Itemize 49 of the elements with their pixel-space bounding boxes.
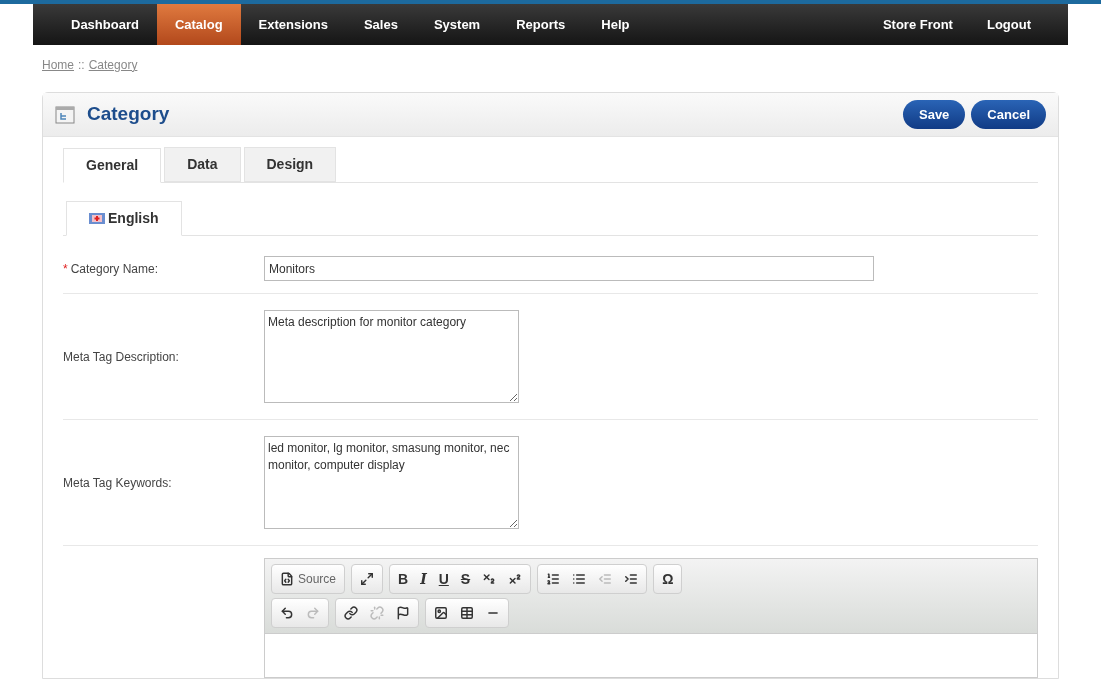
table-icon	[460, 606, 474, 620]
textarea-field[interactable]: Meta description for monitor category	[264, 310, 519, 403]
numbered-list-icon	[546, 572, 561, 586]
nav-link[interactable]: Dashboard	[53, 4, 157, 45]
label-text: Meta Tag Keywords:	[63, 475, 172, 490]
format-button[interactable]: U	[432, 567, 455, 591]
language-tab[interactable]: English	[66, 201, 182, 236]
document-code-icon	[280, 572, 294, 586]
subscript-icon	[482, 572, 497, 586]
tab[interactable]: Data	[164, 147, 241, 182]
bullet-list-icon	[572, 572, 587, 586]
nav-link[interactable]: Logout	[969, 4, 1048, 45]
required-mark: *	[63, 261, 68, 276]
label-text: Meta Tag Description:	[63, 349, 179, 364]
panel-title: Category	[87, 102, 170, 127]
superscript-icon	[508, 572, 523, 586]
nav-link[interactable]: Reports	[498, 4, 584, 45]
source-button[interactable]: Source	[274, 567, 343, 591]
breadcrumb-separator: ::	[78, 56, 85, 74]
unlink-icon	[370, 606, 384, 620]
format-button[interactable]: I	[414, 567, 433, 591]
tab[interactable]: General	[63, 148, 162, 183]
maximize-icon	[360, 572, 375, 586]
outdent-icon	[598, 572, 613, 586]
indent-icon	[624, 572, 639, 586]
nav-link[interactable]: Sales	[345, 4, 416, 45]
label-text: Category Name:	[70, 261, 159, 276]
nav-link[interactable]: Extensions	[240, 4, 346, 45]
redo-icon	[306, 606, 320, 620]
textarea-field[interactable]: led monitor, lg monitor, smasung monitor, nec monitor, computer display	[264, 436, 519, 529]
save-button[interactable]: Save	[903, 100, 966, 129]
undo-icon	[280, 606, 294, 620]
format-button[interactable]: Ω	[656, 567, 680, 591]
format-button[interactable]: B	[392, 567, 415, 591]
flag-icon	[396, 606, 410, 620]
nav-link[interactable]: System	[415, 4, 499, 45]
format-button[interactable]: S	[454, 567, 477, 591]
cancel-button[interactable]: Cancel	[971, 100, 1046, 129]
tab[interactable]: Design	[243, 147, 337, 182]
nav-link[interactable]: Help	[583, 4, 648, 45]
breadcrumb-link[interactable]: Home	[42, 55, 74, 74]
input-field[interactable]: Monitors	[264, 256, 874, 281]
nav-link[interactable]: Catalog	[156, 4, 241, 45]
flag-icon	[89, 213, 105, 224]
link-icon	[344, 606, 358, 620]
breadcrumb-link[interactable]: Category	[88, 55, 138, 74]
nav-link[interactable]: Store Front	[865, 4, 970, 45]
category-tree-icon	[55, 105, 75, 124]
image-icon	[434, 606, 448, 620]
